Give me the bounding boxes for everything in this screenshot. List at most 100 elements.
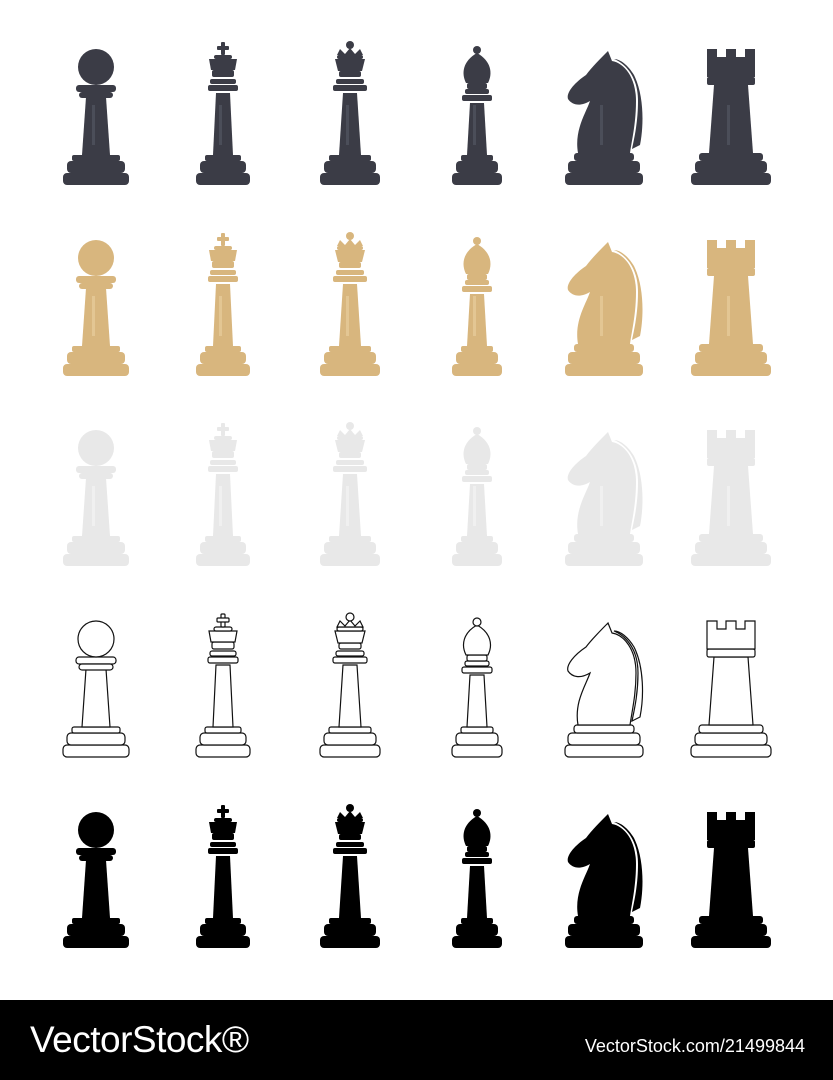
pawn-part bbox=[78, 812, 114, 848]
king-part bbox=[208, 85, 238, 91]
king-part bbox=[217, 427, 229, 431]
vectorstock-logo: VectorStock® bbox=[30, 1019, 249, 1060]
king-part bbox=[213, 93, 233, 155]
dark-rook-icon bbox=[691, 49, 771, 185]
knight-part bbox=[574, 153, 634, 161]
queen-part bbox=[335, 440, 365, 452]
outline-king-icon bbox=[195, 613, 251, 758]
knight-highlight bbox=[600, 105, 603, 145]
queen-part bbox=[329, 536, 371, 542]
bishop-highlight bbox=[473, 105, 476, 145]
king-part bbox=[208, 630, 238, 643]
pawn-part bbox=[79, 92, 113, 98]
pawn-highlight bbox=[92, 486, 95, 526]
queen-part bbox=[338, 664, 362, 728]
knight-part bbox=[565, 936, 643, 948]
bishop-part bbox=[473, 809, 481, 817]
king-part bbox=[210, 842, 236, 847]
king-part bbox=[208, 466, 238, 472]
queen-part bbox=[339, 262, 361, 268]
bishop-part bbox=[467, 274, 487, 280]
knight-highlight bbox=[600, 296, 603, 336]
king-part bbox=[210, 270, 236, 275]
light-queen-icon bbox=[320, 422, 380, 566]
queen-part bbox=[337, 429, 363, 436]
king-part bbox=[200, 542, 246, 554]
queen-part bbox=[336, 460, 364, 465]
rook-part bbox=[698, 724, 764, 734]
rook-part bbox=[709, 848, 753, 916]
pawn-part bbox=[79, 855, 113, 861]
pawn-part bbox=[78, 430, 114, 466]
silhouette-pawn-icon bbox=[63, 812, 129, 948]
queen-part bbox=[337, 811, 363, 818]
pawn-part bbox=[63, 936, 129, 948]
king-part bbox=[204, 726, 242, 734]
pawn-part bbox=[76, 848, 116, 855]
bishop-part bbox=[462, 858, 492, 864]
queen-highlight bbox=[346, 486, 349, 526]
queen-part bbox=[320, 554, 380, 566]
bishop-part bbox=[467, 484, 487, 536]
pawn-part bbox=[67, 924, 125, 936]
rook-part bbox=[707, 458, 755, 466]
bishop-part bbox=[456, 161, 498, 173]
queen-part bbox=[337, 436, 363, 440]
bishop-part bbox=[452, 936, 502, 948]
queen-part bbox=[332, 656, 368, 664]
pawn-part bbox=[72, 536, 120, 542]
dark-bishop-icon bbox=[452, 46, 502, 185]
bishop-part bbox=[461, 346, 493, 352]
rook-part bbox=[695, 924, 767, 936]
bishop-part bbox=[451, 744, 503, 758]
queen-part bbox=[324, 161, 376, 173]
bishop-part bbox=[460, 726, 494, 734]
rook-part bbox=[699, 916, 763, 924]
rook-part bbox=[699, 534, 763, 542]
queen-part bbox=[339, 284, 361, 346]
queen-part bbox=[346, 422, 354, 430]
bishop-part bbox=[461, 536, 493, 542]
bishop-part bbox=[466, 654, 488, 662]
bishop-part bbox=[461, 155, 493, 161]
bishop-highlight bbox=[473, 296, 476, 336]
queen-part bbox=[339, 474, 361, 536]
bishop-part bbox=[473, 427, 481, 435]
bishop-part bbox=[467, 294, 487, 346]
king-highlight bbox=[219, 486, 222, 526]
bishop-part bbox=[456, 542, 498, 554]
bishop-part bbox=[464, 660, 490, 667]
bishop-part bbox=[456, 352, 498, 364]
bishop-part bbox=[465, 89, 489, 94]
queen-part bbox=[324, 352, 376, 364]
queen-part bbox=[319, 744, 381, 758]
silhouette-bishop-icon bbox=[452, 809, 502, 948]
dark-queen-icon bbox=[320, 41, 380, 185]
king-part bbox=[216, 617, 230, 623]
king-part bbox=[205, 346, 241, 352]
queen-part bbox=[337, 48, 363, 55]
king-part bbox=[205, 918, 241, 924]
king-part bbox=[214, 246, 232, 250]
watermark-footer: VectorStock® VectorStock.com/21499844 bbox=[0, 1000, 833, 1080]
king-part bbox=[209, 650, 237, 657]
king-highlight bbox=[219, 296, 222, 336]
bishop-part bbox=[462, 624, 492, 656]
rook-part bbox=[691, 936, 771, 948]
outline-knight-icon bbox=[564, 621, 644, 758]
knight-part bbox=[568, 352, 640, 364]
rook-highlight bbox=[727, 296, 730, 336]
rook-part bbox=[709, 466, 753, 534]
knight-part bbox=[565, 554, 643, 566]
pawn-part bbox=[63, 173, 129, 185]
queen-part bbox=[335, 250, 365, 262]
rook-part bbox=[695, 161, 767, 173]
dark-king-icon bbox=[196, 42, 250, 185]
rook-part bbox=[691, 554, 771, 566]
king-part bbox=[200, 924, 246, 936]
light-knight-icon bbox=[565, 432, 643, 566]
rook-part bbox=[707, 812, 755, 840]
bishop-part bbox=[466, 674, 488, 728]
king-part bbox=[209, 250, 237, 261]
outline-queen-icon bbox=[319, 612, 381, 758]
